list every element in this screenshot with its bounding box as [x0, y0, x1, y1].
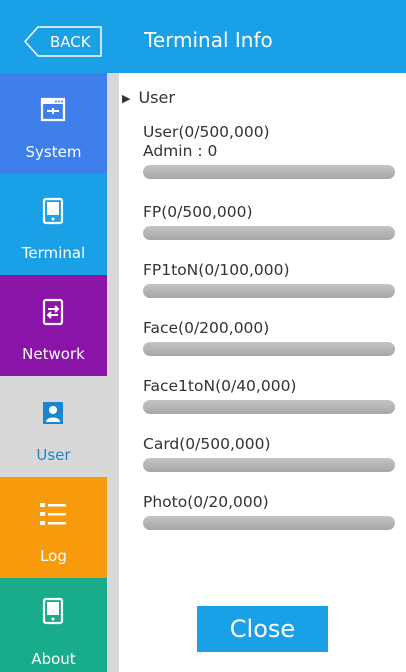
about-icon [42, 597, 64, 625]
progress-bar [143, 400, 395, 414]
back-button[interactable]: BACK [24, 26, 102, 57]
main-content: ▶ User User(0/500,000) Admin : 0 FP(0/500… [119, 73, 406, 672]
stat-label: Face1toN(0/40,000) [143, 377, 297, 395]
user-icon [43, 402, 63, 424]
terminal-icon [42, 197, 64, 225]
sidebar-item-terminal[interactable]: Terminal [0, 174, 107, 275]
progress-bar [143, 342, 395, 356]
stat-fp1ton: FP1toN(0/100,000) [143, 261, 395, 298]
stat-card: Card(0/500,000) [143, 435, 395, 472]
stat-photo: Photo(0/20,000) [143, 493, 395, 530]
progress-bar [143, 165, 395, 179]
expand-triangle-icon: ▶ [122, 92, 131, 105]
stat-fp: FP(0/500,000) [143, 203, 395, 240]
system-icon [40, 97, 66, 122]
stat-label: Card(0/500,000) [143, 435, 271, 453]
stat-label: Face(0/200,000) [143, 319, 270, 337]
sidebar-item-network[interactable]: Network [0, 275, 107, 376]
section-title: User [138, 88, 175, 107]
sidebar-item-user[interactable]: User [0, 376, 107, 477]
progress-bar [143, 458, 395, 472]
sidebar-item-label: User [36, 446, 71, 464]
sidebar-item-label: Network [22, 345, 85, 363]
page-title: Terminal Info [144, 28, 273, 52]
stat-face: Face(0/200,000) [143, 319, 395, 356]
header-bar: BACK Terminal Info [0, 0, 406, 73]
back-button-label: BACK [50, 33, 91, 51]
sidebar-item-label: Terminal [21, 244, 86, 262]
sidebar-item-label: Log [40, 547, 67, 565]
progress-bar [143, 516, 395, 530]
close-button[interactable]: Close [197, 606, 328, 652]
log-icon [40, 503, 66, 525]
sidebar-item-system[interactable]: System [0, 73, 107, 174]
stat-face1ton: Face1toN(0/40,000) [143, 377, 395, 414]
section-header[interactable]: ▶ User [122, 88, 175, 107]
sidebar-divider [107, 73, 119, 672]
progress-bar [143, 284, 395, 298]
stat-label: FP(0/500,000) [143, 203, 253, 221]
progress-bar [143, 226, 395, 240]
stat-sublabel: Admin : 0 [143, 142, 218, 160]
sidebar: System Terminal Network User Log About [0, 73, 107, 672]
sidebar-item-log[interactable]: Log [0, 477, 107, 578]
stat-label: Photo(0/20,000) [143, 493, 269, 511]
sidebar-item-label: About [31, 650, 76, 668]
network-icon [42, 298, 64, 326]
stat-label: FP1toN(0/100,000) [143, 261, 290, 279]
stat-user: User(0/500,000) Admin : 0 [143, 123, 395, 179]
stat-label: User(0/500,000) [143, 123, 270, 141]
sidebar-item-label: System [25, 143, 82, 161]
sidebar-item-about[interactable]: About [0, 578, 107, 672]
